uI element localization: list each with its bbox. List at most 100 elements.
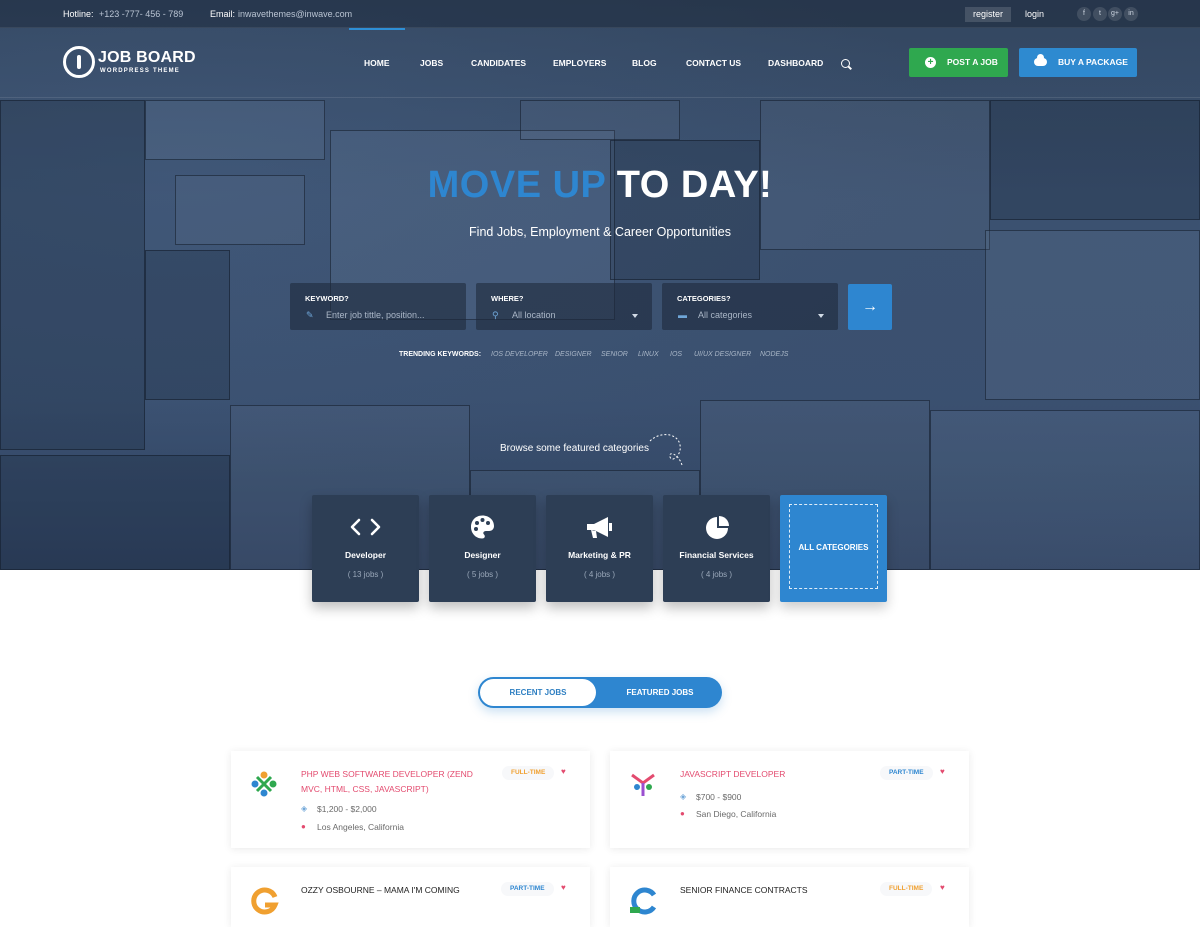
plus-circle-icon: +: [925, 57, 936, 68]
job-card[interactable]: PHP WEB SOFTWARE DEVELOPER (ZEND MVC, HT…: [231, 751, 590, 848]
money-icon: ◈: [301, 804, 308, 813]
nav-item-employers[interactable]: EMPLOYERS: [553, 28, 606, 98]
nav-item-dashboard[interactable]: DASHBOARD: [768, 28, 823, 98]
hero-title-blue: MOVE UP: [427, 164, 606, 206]
tab-recent-jobs[interactable]: RECENT JOBS: [480, 679, 596, 706]
bg-tile: [145, 100, 325, 160]
main-header: JOB BOARD WORDPRESS THEME HOME JOBS CAND…: [0, 28, 1200, 98]
job-card[interactable]: SENIOR FINANCE CONTRACTS FULL-TIME ♥: [610, 867, 969, 927]
job-salary: $1,200 - $2,000: [317, 804, 377, 814]
category-name: Designer: [464, 550, 501, 560]
cloud-icon: [1034, 54, 1047, 66]
job-title[interactable]: OZZY OSBOURNE – MAMA I'M COMING: [301, 883, 491, 898]
job-card[interactable]: JAVASCRIPT DEVELOPER PART-TIME ♥ ◈ $700 …: [610, 751, 969, 848]
tab-featured-jobs[interactable]: FEATURED JOBS: [600, 679, 720, 706]
bg-tile: [0, 100, 145, 450]
top-bar: Hotline: +123 -777- 456 - 789 Email: inw…: [0, 0, 1200, 28]
email-value[interactable]: inwavethemes@inwave.com: [238, 9, 352, 19]
company-logo: [251, 771, 277, 797]
category-card-designer[interactable]: Designer ( 5 jobs ): [429, 495, 536, 602]
category-card-developer[interactable]: Developer ( 13 jobs ): [312, 495, 419, 602]
job-type-badge: PART-TIME: [880, 766, 933, 780]
buy-package-button[interactable]: BUY A PACKAGE: [1019, 48, 1137, 77]
hero-title: MOVE UP TO DAY!: [0, 164, 1200, 207]
job-title[interactable]: JAVASCRIPT DEVELOPER: [680, 767, 870, 782]
hotline-value: +123 -777- 456 - 789: [99, 9, 184, 19]
heart-icon[interactable]: ♥: [940, 883, 945, 892]
login-link[interactable]: login: [1025, 9, 1044, 19]
logo-subtitle: WORDPRESS THEME: [100, 68, 181, 74]
hero-subtitle: Find Jobs, Employment & Career Opportuni…: [469, 225, 731, 239]
trending-keyword[interactable]: UI/UX DESIGNER: [694, 351, 751, 358]
where-field[interactable]: WHERE? ⚲ All location: [476, 283, 652, 330]
category-name: Developer: [344, 550, 387, 560]
categories-select[interactable]: All categories: [698, 310, 752, 320]
arrow-right-icon: →: [862, 298, 878, 315]
browse-categories-text: Browse some featured categories: [500, 443, 649, 454]
google-plus-icon[interactable]: g+: [1108, 7, 1122, 21]
twitter-icon[interactable]: t: [1093, 7, 1107, 21]
nav-item-jobs[interactable]: JOBS: [420, 28, 443, 98]
nav-item-contact[interactable]: CONTACT US: [686, 28, 741, 98]
facebook-icon[interactable]: f: [1077, 7, 1091, 21]
bg-tile: [0, 455, 230, 570]
category-count: ( 4 jobs ): [583, 570, 616, 579]
keyword-input[interactable]: Enter job tittle, position...: [326, 310, 425, 320]
linkedin-icon[interactable]: in: [1124, 7, 1138, 21]
site-logo[interactable]: JOB BOARD WORDPRESS THEME: [63, 46, 213, 80]
trending-label: TRENDING KEYWORDS:: [399, 351, 482, 358]
location-pin-icon: ●: [680, 809, 685, 818]
all-categories-button[interactable]: ALL CATEGORIES: [780, 495, 887, 602]
location-pin-icon: ⚲: [492, 310, 499, 320]
trending-keyword[interactable]: IOS: [670, 351, 682, 358]
job-type-badge: FULL-TIME: [502, 766, 555, 780]
job-salary: $700 - $900: [696, 792, 742, 802]
code-icon: [350, 518, 381, 536]
edit-icon: ✎: [306, 310, 314, 320]
location-pin-icon: ●: [301, 822, 306, 831]
company-logo: [251, 887, 279, 915]
nav-item-blog[interactable]: BLOG: [632, 28, 657, 98]
logo-name: JOB BOARD: [98, 49, 196, 66]
trending-keyword[interactable]: LINUX: [638, 351, 659, 358]
heart-icon[interactable]: ♥: [940, 767, 945, 776]
chevron-down-icon: [818, 314, 824, 318]
megaphone-icon: [587, 517, 612, 538]
search-icon[interactable]: [841, 59, 850, 68]
search-submit-button[interactable]: →: [848, 284, 892, 330]
register-link[interactable]: register: [965, 7, 1011, 22]
trending-keyword[interactable]: IOS DEVELOPER: [491, 351, 548, 358]
job-title[interactable]: SENIOR FINANCE CONTRACTS: [680, 883, 870, 898]
categories-label: CATEGORIES?: [677, 294, 731, 303]
heart-icon[interactable]: ♥: [561, 883, 566, 892]
heart-icon[interactable]: ♥: [561, 767, 566, 776]
job-title[interactable]: PHP WEB SOFTWARE DEVELOPER (ZEND MVC, HT…: [301, 767, 491, 797]
bg-tile: [610, 140, 760, 280]
category-card-financial[interactable]: Financial Services ( 4 jobs ): [663, 495, 770, 602]
company-logo: [630, 887, 657, 915]
keyword-field[interactable]: KEYWORD? ✎ Enter job tittle, position...: [290, 283, 466, 330]
trending-keyword[interactable]: NODEJS: [760, 351, 788, 358]
company-logo: [631, 773, 655, 796]
category-name: Financial Services: [679, 550, 754, 560]
briefcase-icon: ▬: [678, 310, 687, 320]
trending-keyword[interactable]: DESIGNER: [555, 351, 592, 358]
chevron-down-icon: [632, 314, 638, 318]
job-type-badge: PART-TIME: [501, 882, 554, 896]
job-card[interactable]: OZZY OSBOURNE – MAMA I'M COMING PART-TIM…: [231, 867, 590, 927]
swirl-arrow-icon: [649, 434, 683, 466]
categories-field[interactable]: CATEGORIES? ▬ All categories: [662, 283, 838, 330]
job-location: Los Angeles, California: [317, 822, 404, 832]
hero-title-white: TO DAY!: [616, 164, 773, 206]
nav-item-home[interactable]: HOME: [364, 28, 390, 98]
category-count: ( 13 jobs ): [347, 570, 384, 579]
bg-tile: [985, 230, 1200, 400]
trending-keyword[interactable]: SENIOR: [601, 351, 628, 358]
job-type-badge: FULL-TIME: [880, 882, 933, 896]
where-select[interactable]: All location: [512, 310, 556, 320]
category-card-marketing[interactable]: Marketing & PR ( 4 jobs ): [546, 495, 653, 602]
nav-item-candidates[interactable]: CANDIDATES: [471, 28, 526, 98]
bg-tile: [145, 250, 230, 400]
post-job-button[interactable]: + POST A JOB: [909, 48, 1008, 77]
where-label: WHERE?: [491, 294, 524, 303]
